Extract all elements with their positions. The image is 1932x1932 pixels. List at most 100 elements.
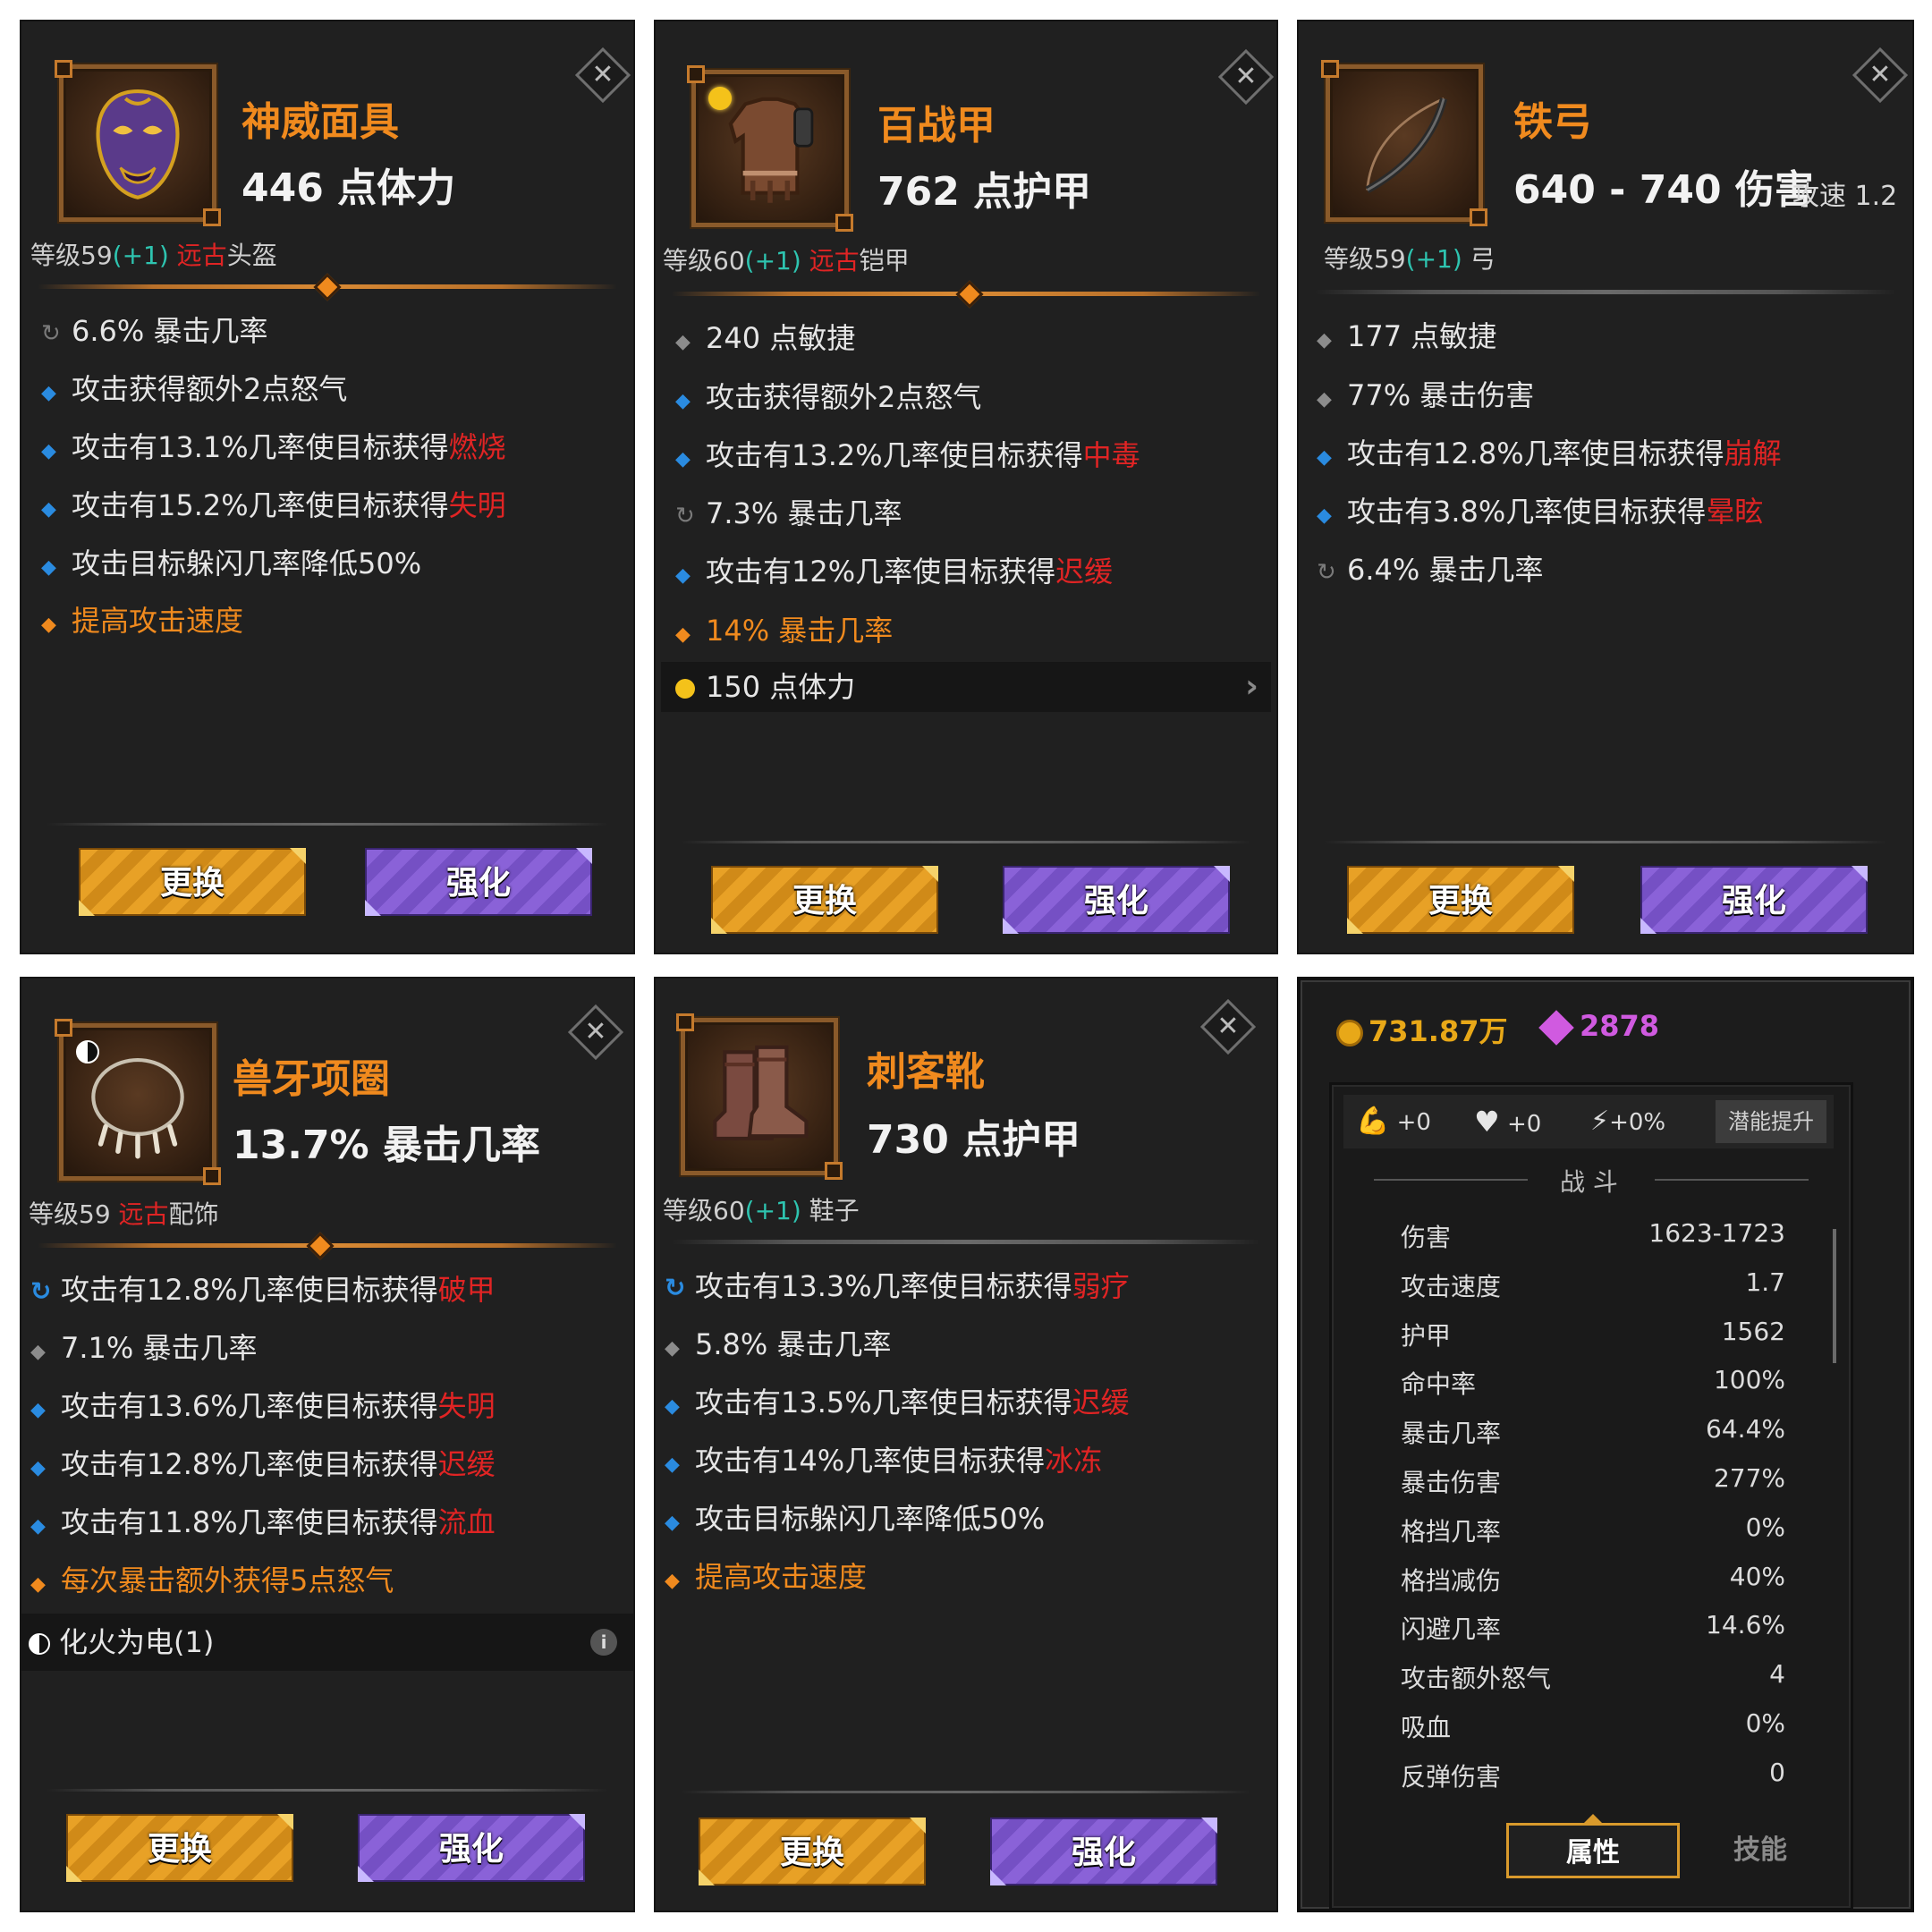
info-icon[interactable]: i <box>590 1629 617 1656</box>
attack-speed: 攻速 1.2 <box>1792 181 1898 212</box>
swap-button[interactable]: 更换 <box>699 1818 926 1885</box>
affix-row: ↻ 6.6% 暴击几率 <box>41 306 267 356</box>
item-main-stat: 446 点体力 <box>242 165 456 211</box>
stat-value: 64.4% <box>1706 1414 1785 1444</box>
separator <box>1315 290 1896 294</box>
gem-slot-icon <box>708 87 732 110</box>
yin-yang-icon <box>29 1633 50 1655</box>
tab-attributes[interactable]: 属性 <box>1506 1823 1680 1878</box>
diamond-bullet-icon: ◆ <box>30 1515 46 1538</box>
affix-row: ◆ 177 点敏捷 <box>1317 311 1496 361</box>
swap-button[interactable]: 更换 <box>66 1814 293 1882</box>
item-rarity: 远古 <box>118 1199 169 1229</box>
enhance-button[interactable]: 强化 <box>990 1818 1217 1885</box>
item-card-bow: ✕ 铁弓 640 - 740 伤害 攻速 1.2 等级59(+1) 弓 ◆ 177… <box>1297 20 1914 954</box>
diamond-bullet-icon: ◆ <box>41 440 56 462</box>
item-meta: 等级59 远古配饰 <box>29 1195 219 1231</box>
enhance-button[interactable]: 强化 <box>358 1814 585 1882</box>
close-button[interactable]: ✕ <box>567 1004 624 1061</box>
item-main-stat: 730 点护甲 <box>867 1117 1081 1163</box>
effect-keyword: 迟缓 <box>437 1447 496 1481</box>
affix-row: ◆ 攻击目标躲闪几率降低50% <box>41 538 421 589</box>
close-button[interactable]: ✕ <box>1217 48 1275 106</box>
affix-row: ◆ 14% 暴击几率 <box>675 606 893 656</box>
item-slot: 铠甲 <box>859 246 910 275</box>
affix-row: ↻ 7.3% 暴击几率 <box>675 488 902 538</box>
close-icon: ✕ <box>1216 1011 1240 1042</box>
gem-icon <box>675 679 695 699</box>
item-card-mask: ✕ 神威面具 446 点体力 等级59(+1) 远古头盔 ↻ 6.6% 暴击几率 … <box>20 20 635 954</box>
item-rarity: 远古 <box>176 241 227 270</box>
active-tab-indicator <box>1584 1814 1602 1823</box>
close-icon: ✕ <box>1234 61 1258 92</box>
close-button[interactable]: ✕ <box>574 47 631 104</box>
swap-button[interactable]: 更换 <box>79 848 306 916</box>
potential-bar: 💪 +0 ♥ +0 ⚡+0% 潜能提升 <box>1343 1095 1834 1148</box>
item-icon-bow <box>1321 60 1487 226</box>
affix-row: ◆ 7.1% 暴击几率 <box>30 1323 257 1373</box>
stat-value: 40% <box>1729 1562 1785 1591</box>
diamond-bullet-icon: ◆ <box>41 382 56 404</box>
diamond-bullet-icon: ◆ <box>665 1337 680 1360</box>
stat-label: 暴击几率 <box>1401 1419 1502 1448</box>
stat-label: 反弹伤害 <box>1401 1762 1502 1792</box>
affix-row: ◆ 攻击有12%几率使目标获得迟缓 <box>675 547 1113 597</box>
item-slot: 头盔 <box>226 241 277 270</box>
affix-row: ◆ 5.8% 暴击几率 <box>665 1319 891 1369</box>
section-rule <box>1655 1179 1809 1181</box>
swap-button[interactable]: 更换 <box>711 866 938 934</box>
affix-row: ◆ 攻击有11.8%几率使目标获得流血 <box>30 1497 496 1547</box>
close-button[interactable]: ✕ <box>1199 998 1257 1055</box>
diamond-bullet-icon: ◆ <box>675 390 691 412</box>
effect-keyword: 失明 <box>448 488 506 522</box>
potential-upgrade-button[interactable]: 潜能提升 <box>1716 1100 1826 1143</box>
scrollbar[interactable] <box>1833 1229 1836 1363</box>
enhance-button[interactable]: 强化 <box>1640 866 1868 934</box>
close-button[interactable]: ✕ <box>1852 47 1909 104</box>
stat-value: 1623-1723 <box>1648 1218 1785 1248</box>
diamond-bullet-icon: ◆ <box>30 1341 46 1363</box>
effect-keyword: 流血 <box>437 1505 496 1539</box>
affix-row: ◆ 240 点敏捷 <box>675 313 855 363</box>
affix-row: ◆ 每次暴击额外获得5点怒气 <box>30 1555 394 1606</box>
effect-keyword: 迟缓 <box>1055 555 1114 589</box>
item-level: 等级59 <box>29 1199 119 1229</box>
item-level: 等级59 <box>30 241 113 270</box>
diamond-bullet-icon: ◆ <box>30 1457 46 1479</box>
affix-row: ◆ 攻击有13.2%几率使目标获得中毒 <box>675 430 1140 480</box>
affix-row: ◆ 攻击获得额外2点怒气 <box>675 372 981 422</box>
effect-keyword: 失明 <box>437 1389 496 1423</box>
close-icon: ✕ <box>591 59 614 90</box>
stat-label: 格挡减伤 <box>1401 1566 1502 1596</box>
stat-value: 0% <box>1745 1708 1785 1738</box>
socket-affix-row[interactable]: 150 点体力 › <box>661 662 1271 712</box>
item-icon-necklace <box>55 1019 221 1185</box>
enhance-button[interactable]: 强化 <box>365 848 592 916</box>
stat-label: 攻击速度 <box>1401 1272 1502 1301</box>
set-bonus-row[interactable]: 化火为电(1) i <box>20 1614 635 1671</box>
item-meta: 等级60(+1) 远古铠甲 <box>663 242 910 277</box>
tab-skills[interactable]: 技能 <box>1680 1823 1841 1878</box>
diamond-bullet-icon: ◆ <box>675 448 691 470</box>
stat-value: 100% <box>1713 1365 1785 1394</box>
yin-yang-icon <box>76 1040 99 1063</box>
item-icon-boots <box>676 1013 843 1180</box>
reroll-icon: ↻ <box>30 1276 52 1306</box>
stat-value: 277% <box>1713 1463 1785 1493</box>
potential-strength: 💪 +0 <box>1356 1106 1431 1137</box>
stat-label: 攻击额外怒气 <box>1401 1664 1552 1693</box>
stat-label: 暴击伤害 <box>1401 1468 1502 1497</box>
effect-keyword: 燃烧 <box>448 430 506 464</box>
potential-vitality: ♥ +0 <box>1474 1105 1542 1139</box>
stat-label: 吸血 <box>1401 1713 1452 1742</box>
diamond-bullet-icon: ◆ <box>675 564 691 587</box>
diamond-bullet-icon: ◆ <box>41 614 56 636</box>
separator-diamond <box>955 280 984 309</box>
affix-row: ◆ 提高攻击速度 <box>41 596 243 646</box>
item-name: 神威面具 <box>242 99 399 145</box>
close-icon: ✕ <box>1868 59 1892 90</box>
item-meta: 等级59(+1) 弓 <box>1324 240 1496 275</box>
enhance-button[interactable]: 强化 <box>1003 866 1230 934</box>
swap-button[interactable]: 更换 <box>1347 866 1574 934</box>
boots-icon <box>713 1045 809 1140</box>
